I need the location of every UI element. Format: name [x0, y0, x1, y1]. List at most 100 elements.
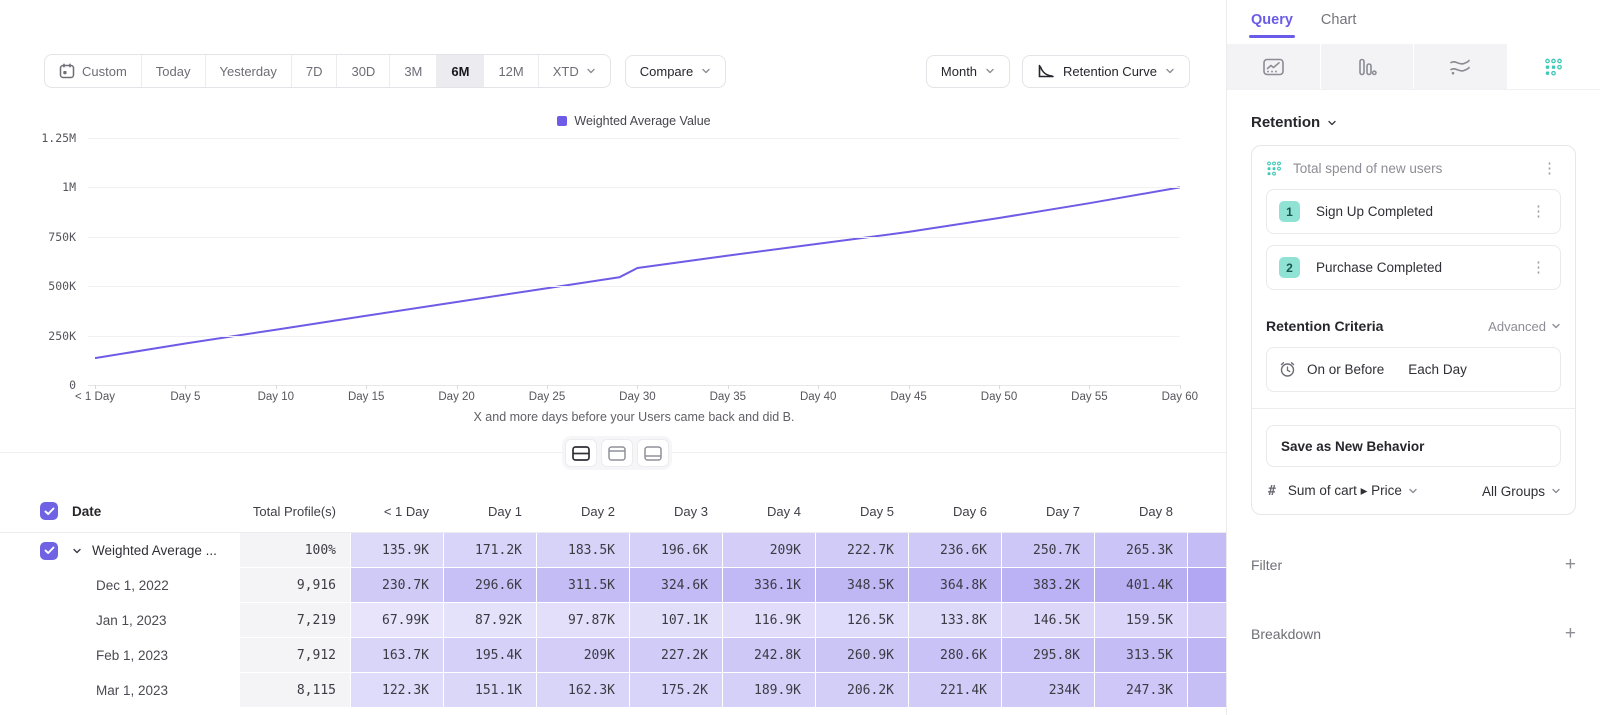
table-only-view-button[interactable] — [637, 439, 669, 467]
retention-cell[interactable]: 296.6K — [443, 568, 536, 603]
retention-line-chart[interactable] — [88, 138, 1180, 385]
range-yesterday[interactable]: Yesterday — [205, 55, 291, 87]
retention-cell[interactable]: 183.5K — [536, 533, 629, 568]
retention-cell[interactable]: 295.8K — [1001, 638, 1094, 673]
report-type-heading[interactable]: Retention — [1251, 114, 1576, 131]
granularity-button[interactable]: Month — [926, 55, 1010, 88]
retention-cell[interactable]: 250.7K — [1001, 533, 1094, 568]
retention-cell[interactable]: 313.5K — [1094, 638, 1187, 673]
table-row[interactable]: Feb 1, 20237,912163.7K195.4K209K227.2K24… — [0, 638, 1226, 673]
criteria-unit[interactable]: Each Day — [1408, 362, 1467, 377]
retention-cell[interactable]: 324.6K — [629, 568, 722, 603]
retention-cell[interactable]: 163.7K — [350, 638, 443, 673]
retention-value: 336.1K — [754, 578, 801, 593]
retention-grid-button[interactable] — [1507, 44, 1600, 89]
retention-cell[interactable]: 87.92K — [443, 603, 536, 638]
add-filter-button[interactable]: + — [1565, 555, 1576, 574]
retention-cell[interactable]: 234K — [1001, 673, 1094, 708]
retention-cell[interactable]: 116.9K — [722, 603, 815, 638]
retention-value: 133.8K — [940, 613, 987, 628]
row-checkbox[interactable] — [40, 542, 58, 560]
retention-cell[interactable]: 126.5K — [815, 603, 908, 638]
retention-cell[interactable]: 206.2K — [815, 673, 908, 708]
date-range-group: CustomTodayYesterday7D30D3M6M12MXTD — [44, 54, 611, 88]
save-as-new-behavior-button[interactable]: Save as New Behavior — [1266, 425, 1561, 467]
retention-cell[interactable]: 175.2K — [629, 673, 722, 708]
retention-cell[interactable]: 222.7K — [815, 533, 908, 568]
compare-button[interactable]: Compare — [625, 55, 726, 88]
event-step-2[interactable]: 2Purchase Completed⋮ — [1266, 245, 1561, 290]
range-custom[interactable]: Custom — [45, 55, 141, 87]
retention-cell[interactable]: 195.4K — [443, 638, 536, 673]
range-7d[interactable]: 7D — [291, 55, 337, 87]
range-12m[interactable]: 12M — [483, 55, 537, 87]
retention-cell[interactable]: 133.8K — [908, 603, 1001, 638]
retention-cell[interactable]: 311.5K — [536, 568, 629, 603]
kebab-menu-icon[interactable]: ⋮ — [1527, 258, 1550, 277]
retention-cell[interactable]: 189.9K — [722, 673, 815, 708]
retention-value: 280.6K — [940, 648, 987, 663]
retention-cell[interactable]: 383.2K — [1001, 568, 1094, 603]
header-cell: Day 8 — [1094, 504, 1187, 519]
retention-cell[interactable]: 107.1K — [629, 603, 722, 638]
event-step-1[interactable]: 1Sign Up Completed⋮ — [1266, 189, 1561, 234]
retention-cell[interactable]: 230.7K — [350, 568, 443, 603]
retention-cell[interactable]: 221.4K — [908, 673, 1001, 708]
retention-cell[interactable]: 227.2K — [629, 638, 722, 673]
range-xtd[interactable]: XTD — [538, 55, 610, 87]
retention-cell[interactable]: 97.87K — [536, 603, 629, 638]
retention-cell[interactable]: 196.6K — [629, 533, 722, 568]
flows-button[interactable] — [1413, 44, 1507, 89]
retention-cell[interactable]: 364.8K — [908, 568, 1001, 603]
retention-cell[interactable]: 151.1K — [443, 673, 536, 708]
retention-cell[interactable]: 242.8K — [722, 638, 815, 673]
measure-dropdown[interactable]: Sum of cart ▸ Price — [1288, 483, 1482, 499]
range-6m[interactable]: 6M — [436, 55, 483, 87]
select-all-checkbox[interactable] — [40, 502, 58, 520]
criteria-condition[interactable]: On or Before — [1307, 362, 1384, 377]
retention-cell[interactable]: 236.6K — [908, 533, 1001, 568]
retention-cell[interactable]: 348.5K — [815, 568, 908, 603]
add-breakdown-button[interactable]: + — [1565, 624, 1576, 643]
table-row[interactable]: Dec 1, 20229,916230.7K296.6K311.5K324.6K… — [0, 568, 1226, 603]
chevron-down-icon[interactable] — [72, 546, 82, 556]
retention-cell[interactable]: 247.3K — [1094, 673, 1187, 708]
retention-cell[interactable]: 265.3K — [1094, 533, 1187, 568]
retention-cell[interactable]: 260.9K — [815, 638, 908, 673]
retention-cell[interactable]: 280.6K — [908, 638, 1001, 673]
criteria-box[interactable]: On or Before Each Day — [1266, 347, 1561, 392]
behavior-title[interactable]: Total spend of new users — [1293, 161, 1538, 176]
criteria-mode-dropdown[interactable]: Advanced — [1488, 319, 1561, 334]
x-tick-label: Day 15 — [348, 391, 384, 403]
retention-cell[interactable]: 146.5K — [1001, 603, 1094, 638]
kebab-menu-icon[interactable]: ⋮ — [1527, 202, 1550, 221]
table-row[interactable]: Jan 1, 20237,21967.99K87.92K97.87K107.1K… — [0, 603, 1226, 638]
retention-cell[interactable]: 162.3K — [536, 673, 629, 708]
breakdown-section: Breakdown + — [1251, 624, 1576, 643]
range-3m[interactable]: 3M — [389, 55, 436, 87]
insights-line-button[interactable] — [1227, 44, 1320, 89]
retention-cell[interactable]: 171.2K — [443, 533, 536, 568]
split-view-button[interactable] — [565, 439, 597, 467]
retention-cell[interactable]: 209K — [536, 638, 629, 673]
retention-cell[interactable]: 336.1K — [722, 568, 815, 603]
chart-type-button[interactable]: Retention Curve — [1022, 55, 1190, 88]
numeric-property-icon: # — [1268, 484, 1276, 499]
tab-chart[interactable]: Chart — [1321, 12, 1356, 38]
range-30d[interactable]: 30D — [336, 55, 389, 87]
retention-cell[interactable]: 135.9K — [350, 533, 443, 568]
range-today[interactable]: Today — [141, 55, 205, 87]
retention-cell[interactable]: 67.99K — [350, 603, 443, 638]
retention-cell[interactable]: 401.4K — [1094, 568, 1187, 603]
retention-cell[interactable]: 159.5K — [1094, 603, 1187, 638]
retention-cell[interactable]: 209K — [722, 533, 815, 568]
chart-only-view-button[interactable] — [601, 439, 633, 467]
toolbar: CustomTodayYesterday7D30D3M6M12MXTD Comp… — [44, 54, 1190, 88]
retention-cell[interactable]: 122.3K — [350, 673, 443, 708]
groups-dropdown[interactable]: All Groups — [1482, 484, 1561, 499]
table-row[interactable]: Weighted Average ...100%135.9K171.2K183.… — [0, 533, 1226, 568]
table-row[interactable]: Mar 1, 20238,115122.3K151.1K162.3K175.2K… — [0, 673, 1226, 708]
kebab-menu-icon[interactable]: ⋮ — [1538, 159, 1561, 178]
bar-chart-button[interactable] — [1320, 44, 1414, 89]
tab-query[interactable]: Query — [1251, 12, 1293, 38]
